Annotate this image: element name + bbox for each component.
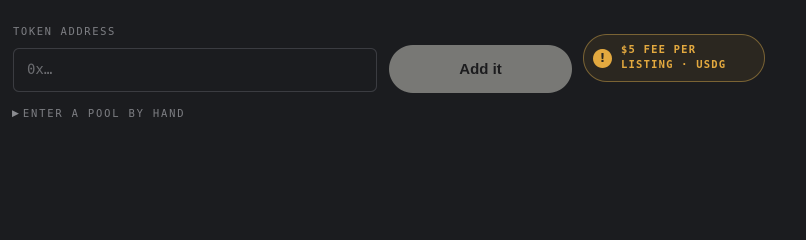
token-address-input[interactable] bbox=[13, 48, 377, 92]
token-address-label: TOKEN ADDRESS bbox=[13, 26, 116, 38]
warning-icon: ! bbox=[593, 48, 612, 68]
enter-pool-manually-toggle[interactable]: ▶ ENTER A POOL BY HAND bbox=[12, 108, 185, 120]
add-it-button[interactable]: Add it bbox=[389, 45, 572, 93]
fee-notice-badge: ! $5 FEE PER LISTING · USDG bbox=[583, 34, 765, 82]
add-token-panel: TOKEN ADDRESS Add it ! $5 FEE PER LISTIN… bbox=[0, 0, 806, 226]
enter-pool-manually-label: ENTER A POOL BY HAND bbox=[22, 108, 186, 120]
caret-right-icon: ▶ bbox=[12, 109, 19, 119]
fee-notice-text: $5 FEE PER LISTING · USDG bbox=[621, 44, 727, 71]
